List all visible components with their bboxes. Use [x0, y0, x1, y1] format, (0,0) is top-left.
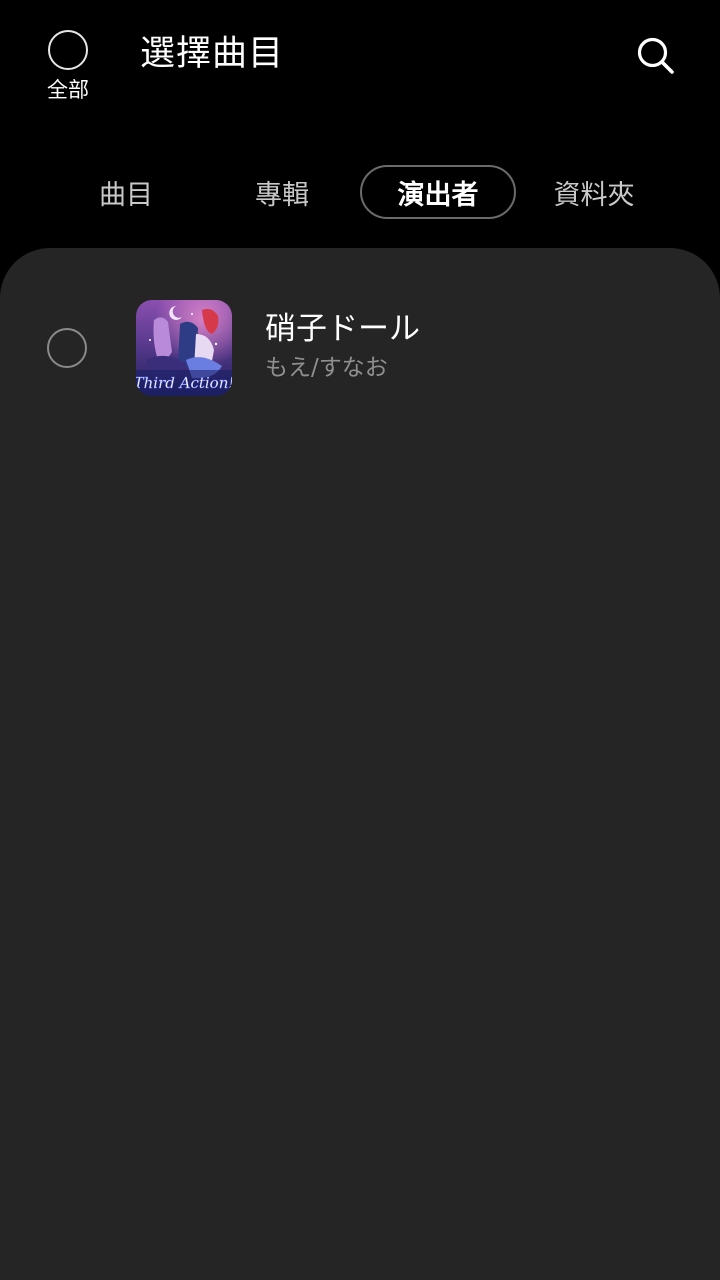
item-subtitle: もえ/すなお [265, 355, 388, 381]
search-icon [637, 37, 674, 74]
select-all-label: 全部 [47, 78, 89, 102]
page-title: 選擇曲目 [140, 34, 285, 74]
list-item[interactable]: Third Action! 硝子ドール もえ/すなお [0, 300, 720, 396]
album-art-title: Third Action! [136, 374, 232, 392]
item-checkbox[interactable] [47, 328, 87, 368]
search-button[interactable] [630, 30, 682, 82]
tab-albums[interactable]: 專輯 [204, 165, 360, 219]
tab-folders[interactable]: 資料夾 [516, 165, 672, 219]
tab-tracks[interactable]: 曲目 [48, 165, 204, 219]
item-title: 硝子ドール [265, 311, 420, 347]
select-all-toggle[interactable]: 全部 [38, 30, 98, 101]
screen: 全部 選擇曲目 曲目 專輯 演出者 資料夾 Third Action! 硝子ドー… [0, 0, 720, 1280]
content-panel: Third Action! 硝子ドール もえ/すなお [0, 248, 720, 1280]
tab-artists[interactable]: 演出者 [360, 165, 516, 219]
album-art-thumbnail: Third Action! [136, 300, 232, 396]
tab-bar: 曲目 專輯 演出者 資料夾 [48, 165, 672, 219]
select-all-checkbox[interactable] [48, 30, 88, 70]
